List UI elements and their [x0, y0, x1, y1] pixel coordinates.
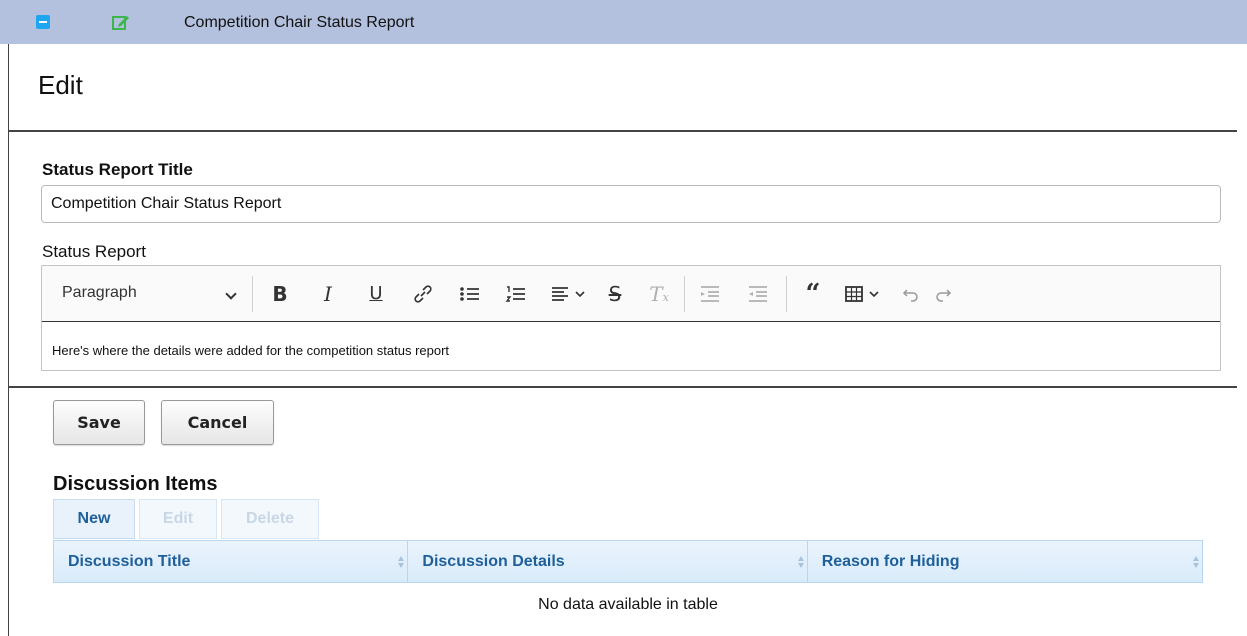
sort-icon[interactable] — [397, 555, 405, 569]
sort-icon[interactable] — [1192, 555, 1200, 569]
link-icon[interactable] — [410, 280, 436, 308]
editor-toolbar: Paragraph B I U S Tx “ — [42, 266, 1220, 322]
toolbar-separator — [684, 276, 685, 312]
block-format-dropdown[interactable]: Paragraph — [62, 284, 137, 302]
new-discussion-button[interactable]: New — [53, 499, 135, 539]
discussion-table-header: Discussion Title Discussion Details Reas… — [53, 540, 1203, 583]
redo-icon[interactable] — [930, 280, 956, 308]
title-bar: Competition Chair Status Report — [0, 0, 1247, 44]
column-header-label: Discussion Title — [68, 553, 191, 570]
divider-bottom — [9, 386, 1237, 388]
italic-icon[interactable]: I — [316, 280, 340, 308]
outdent-icon[interactable] — [696, 280, 724, 308]
delete-discussion-button[interactable]: Delete — [221, 499, 319, 539]
underline-icon[interactable]: U — [364, 280, 388, 308]
cancel-button[interactable]: Cancel — [161, 400, 274, 445]
status-report-label: Status Report — [42, 242, 146, 261]
page-heading: Edit — [38, 70, 83, 100]
save-button[interactable]: Save — [53, 400, 145, 445]
divider-top — [9, 130, 1237, 132]
minimize-icon[interactable] — [36, 15, 50, 29]
bulleted-list-icon[interactable] — [456, 280, 484, 308]
table-empty-message: No data available in table — [538, 596, 718, 613]
sort-icon[interactable] — [797, 555, 805, 569]
column-header-label: Reason for Hiding — [821, 553, 960, 570]
undo-icon[interactable] — [898, 280, 924, 308]
edit-discussion-button[interactable]: Edit — [139, 499, 217, 539]
blockquote-icon[interactable]: “ — [800, 280, 826, 308]
editor-content[interactable]: Here's where the details were added for … — [52, 343, 449, 358]
strikethrough-icon[interactable]: S — [602, 280, 628, 308]
status-report-title-input[interactable] — [41, 185, 1221, 223]
remove-format-icon[interactable]: Tx — [646, 280, 672, 308]
toolbar-separator — [786, 276, 787, 312]
numbered-list-icon[interactable] — [502, 280, 530, 308]
column-header-label: Discussion Details — [422, 553, 565, 570]
table-icon[interactable] — [842, 280, 886, 308]
align-icon[interactable] — [548, 280, 592, 308]
column-header-reason-for-hiding[interactable]: Reason for Hiding — [808, 541, 1202, 582]
left-border — [8, 44, 9, 636]
rich-text-editor: Paragraph B I U S Tx “ Here's where the … — [41, 265, 1221, 371]
bold-icon[interactable]: B — [268, 280, 292, 308]
indent-icon[interactable] — [744, 280, 772, 308]
window-title: Competition Chair Status Report — [184, 14, 415, 31]
discussion-items-heading: Discussion Items — [53, 473, 218, 495]
status-report-title-label: Status Report Title — [42, 160, 193, 179]
column-header-discussion-details[interactable]: Discussion Details — [408, 541, 808, 582]
chevron-down-icon[interactable] — [225, 288, 237, 300]
toolbar-separator — [252, 276, 253, 312]
column-header-discussion-title[interactable]: Discussion Title — [54, 541, 409, 582]
edit-icon — [112, 16, 129, 30]
